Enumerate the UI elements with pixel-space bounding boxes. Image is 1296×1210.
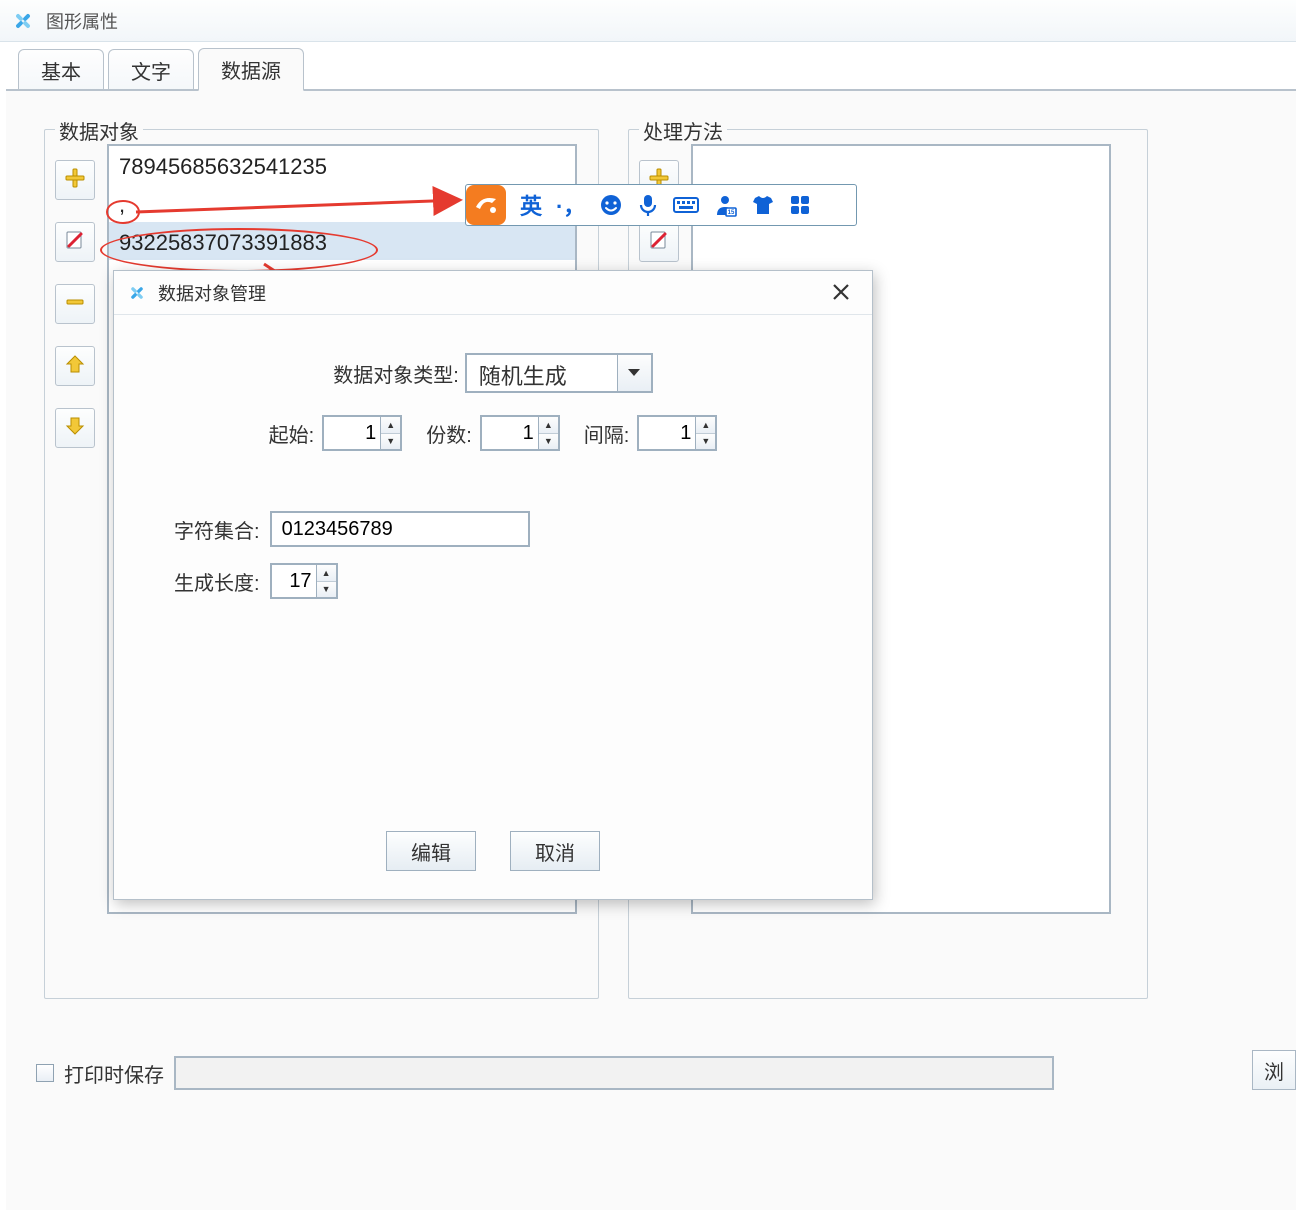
emoji-icon[interactable] [599, 193, 623, 217]
tab-strip: 基本 文字 数据源 [18, 52, 308, 90]
window-title: 图形属性 [46, 8, 118, 34]
data-side-buttons [55, 160, 99, 448]
type-label: 数据对象类型: [333, 359, 459, 388]
save-on-print-label: 打印时保存 [64, 1059, 164, 1088]
dialog-header: 数据对象管理 [114, 271, 872, 315]
spin-up-icon[interactable]: ▲ [317, 565, 336, 582]
title-bar: 图形属性 [0, 0, 1296, 42]
charset-label: 字符集合: [174, 515, 260, 544]
add-button[interactable] [55, 160, 95, 200]
pencil-icon [63, 228, 87, 257]
dialog-footer: 编辑 取消 [114, 831, 872, 871]
length-spinner[interactable]: ▲▼ [270, 563, 338, 599]
microphone-icon[interactable] [637, 193, 659, 217]
edit-button[interactable] [55, 222, 95, 262]
keyboard-icon[interactable] [673, 195, 699, 215]
edit-confirm-button[interactable]: 编辑 [386, 831, 476, 871]
tab-datasource[interactable]: 数据源 [198, 48, 304, 91]
type-select[interactable]: 随机生成 [465, 353, 653, 393]
spin-down-icon[interactable]: ▼ [317, 582, 336, 598]
interval-label: 间隔: [584, 419, 630, 448]
chevron-down-icon [617, 355, 651, 391]
charset-input[interactable] [270, 511, 530, 547]
save-on-print-checkbox[interactable] [36, 1064, 54, 1082]
spin-up-icon[interactable]: ▲ [539, 417, 558, 434]
copies-label: 份数: [426, 419, 472, 448]
remove-button[interactable] [55, 284, 95, 324]
tab-text[interactable]: 文字 [108, 49, 194, 91]
spin-up-icon[interactable]: ▲ [696, 417, 715, 434]
start-input[interactable] [324, 417, 380, 449]
tshirt-icon[interactable] [751, 194, 775, 216]
person-icon[interactable]: 15 [713, 193, 737, 217]
spin-down-icon[interactable]: ▼ [539, 434, 558, 450]
copies-spinner[interactable]: ▲▼ [480, 415, 560, 451]
list-item-selected[interactable]: 93225837073391883 [109, 222, 575, 260]
close-icon [832, 283, 850, 301]
dialog-close-button[interactable] [822, 273, 860, 312]
interval-spinner[interactable]: ▲▼ [637, 415, 717, 451]
copies-input[interactable] [482, 417, 538, 449]
start-label: 起始: [269, 419, 315, 448]
ime-lang-toggle[interactable]: 英 [520, 189, 542, 221]
group-data-object-label: 数据对象 [55, 116, 143, 145]
app-icon [10, 8, 36, 34]
data-object-dialog: 数据对象管理 数据对象类型: 随机生成 起始: ▲▼ [113, 270, 873, 900]
start-spinner[interactable]: ▲▼ [322, 415, 402, 451]
spin-down-icon[interactable]: ▼ [381, 434, 400, 450]
plus-icon [64, 167, 86, 194]
pencil-doc-icon [647, 228, 671, 257]
svg-text:15: 15 [728, 210, 735, 216]
browse-button[interactable]: 浏 [1252, 1050, 1296, 1090]
list-item[interactable]: 78945685632541235 [109, 146, 575, 184]
tab-basic[interactable]: 基本 [18, 49, 104, 91]
group-process-method-label: 处理方法 [639, 116, 727, 145]
arrow-down-icon [65, 416, 85, 441]
dialog-title: 数据对象管理 [158, 280, 266, 306]
ime-toolbar[interactable]: 英 ·， 15 [465, 184, 857, 226]
move-up-button[interactable] [55, 346, 95, 386]
move-down-button[interactable] [55, 408, 95, 448]
footer-row: 打印时保存 [36, 1056, 1054, 1090]
minus-icon [65, 292, 85, 317]
grid-icon[interactable] [789, 194, 811, 216]
length-label: 生成长度: [174, 567, 260, 596]
arrow-up-icon [65, 354, 85, 379]
spin-down-icon[interactable]: ▼ [696, 434, 715, 450]
cancel-button[interactable]: 取消 [510, 831, 600, 871]
length-input[interactable] [272, 565, 316, 597]
spin-up-icon[interactable]: ▲ [381, 417, 400, 434]
ime-punctuation-toggle[interactable]: ·， [556, 189, 585, 221]
dialog-icon [126, 282, 148, 304]
type-select-value: 随机生成 [467, 355, 617, 391]
save-path-input[interactable] [174, 1056, 1054, 1090]
edit-method-button[interactable] [639, 222, 679, 262]
dialog-body: 数据对象类型: 随机生成 起始: ▲▼ 份数: ▲▼ [114, 315, 872, 635]
interval-input[interactable] [639, 417, 695, 449]
ime-logo-icon[interactable] [466, 185, 506, 225]
